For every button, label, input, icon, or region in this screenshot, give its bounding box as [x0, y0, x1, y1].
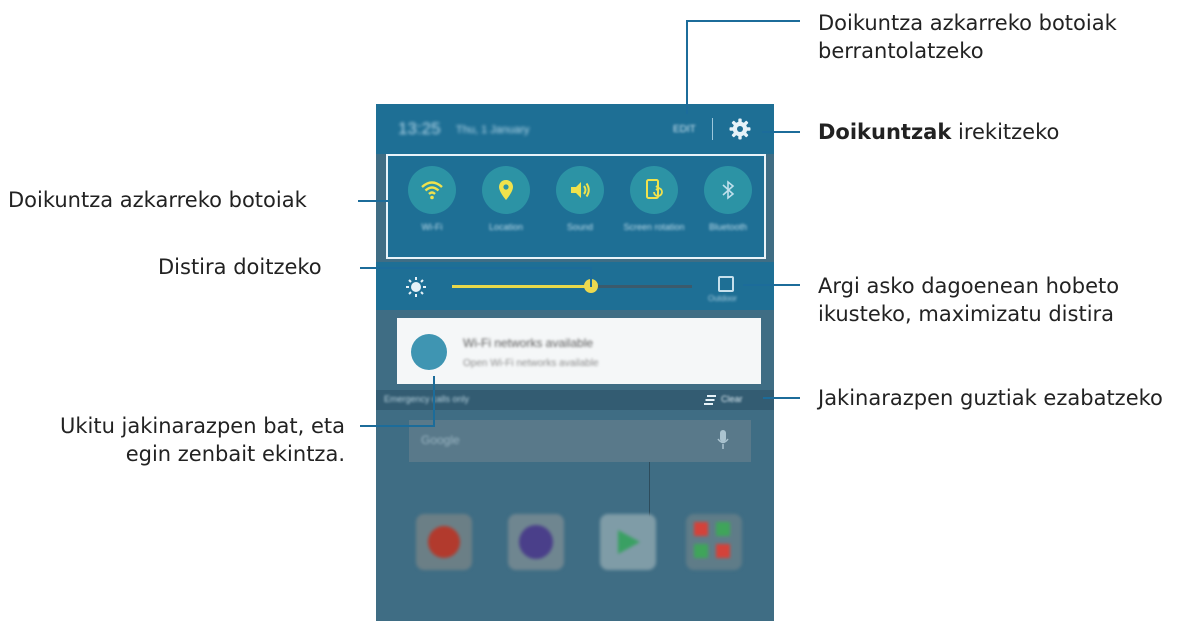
leader-quick-buttons	[358, 200, 388, 202]
brightness-slider-fill	[452, 285, 592, 288]
brightness-icon	[406, 277, 426, 297]
mic-icon[interactable]	[717, 430, 729, 450]
emergency-text: Emergency calls only	[384, 394, 470, 404]
widget-divider	[649, 462, 650, 520]
quick-label: Location	[488, 222, 524, 232]
screen-rotation-icon	[646, 179, 663, 199]
play-store-icon[interactable]	[600, 514, 656, 570]
callout-settings-bold: Doikuntzak	[818, 120, 952, 144]
notification-panel-screenshot: 13:25 Thu, 1 January EDIT Wi-Fi Location…	[376, 104, 774, 621]
sound-toggle[interactable]	[556, 166, 604, 214]
leader-clear-all	[763, 397, 800, 399]
quick-label: Wi-Fi	[421, 222, 443, 232]
bluetooth-toggle[interactable]	[704, 166, 752, 214]
home-apps	[376, 514, 774, 621]
leader-settings	[762, 131, 800, 133]
quick-label: Bluetooth	[708, 222, 748, 232]
notification-card[interactable]: Wi-Fi networks available Open Wi-Fi netw…	[397, 318, 761, 384]
google-search-label: Google	[421, 433, 460, 447]
wifi-icon	[421, 181, 443, 200]
notification-footer: Emergency calls only Clear	[376, 390, 774, 410]
sound-icon	[571, 182, 590, 198]
location-icon	[499, 180, 513, 200]
outdoor-label: Outdoor	[708, 294, 737, 303]
clear-button[interactable]: Clear	[721, 394, 743, 404]
notification-text: Open Wi-Fi networks available	[463, 358, 599, 369]
callout-notification: Ukitu jakinarazpen bat, eta egin zenbait…	[59, 414, 345, 466]
leader-notification	[433, 376, 435, 427]
gear-icon[interactable]	[728, 117, 752, 141]
callout-brightness: Distira doitzeko	[158, 255, 322, 279]
leader-notification	[360, 425, 435, 427]
leader-brightness	[590, 267, 592, 287]
outdoor-checkbox[interactable]	[718, 276, 734, 292]
brightness-slider[interactable]	[452, 285, 692, 288]
camera-icon[interactable]	[508, 514, 564, 570]
leader-brightness	[360, 267, 592, 269]
callout-quick-buttons: Doikuntza azkarreko botoiak	[8, 188, 307, 212]
screen-rotation-toggle[interactable]	[630, 166, 678, 214]
apps-folder-icon[interactable]	[686, 514, 742, 570]
status-date: Thu, 1 January	[456, 124, 530, 136]
leader-outdoor	[743, 284, 800, 286]
google-search-bar[interactable]: Google	[409, 420, 751, 462]
leader-rearrange	[686, 20, 688, 114]
callout-settings: Doikuntzak irekitzeko	[818, 118, 1059, 146]
leader-rearrange	[686, 20, 800, 22]
quick-settings-panel: Wi-Fi Location Sound Screen rotation Blu…	[386, 154, 766, 259]
status-divider	[712, 118, 713, 140]
quick-label: Sound	[566, 222, 594, 232]
wifi-notification-icon	[411, 334, 447, 370]
status-bar: 13:25 Thu, 1 January EDIT	[376, 104, 774, 154]
edit-button[interactable]: EDIT	[673, 124, 696, 135]
status-time: 13:25	[398, 119, 441, 138]
location-toggle[interactable]	[482, 166, 530, 214]
callout-rearrange: Doikuntza azkarreko botoiak berrantolatz…	[818, 11, 1117, 63]
red-app-icon[interactable]	[416, 514, 472, 570]
notification-title: Wi-Fi networks available	[463, 336, 594, 350]
callout-clear-all: Jakinarazpen guztiak ezabatzeko	[818, 386, 1163, 410]
quick-label: Screen rotation	[623, 222, 685, 232]
brightness-bar: Outdoor	[376, 262, 774, 310]
callout-outdoor: Argi asko dagoenean hobeto ikusteko, max…	[818, 274, 1120, 326]
clear-icon[interactable]	[704, 395, 716, 405]
bluetooth-icon	[722, 180, 735, 200]
wifi-toggle[interactable]	[408, 166, 456, 214]
callout-settings-rest: irekitzeko	[951, 120, 1060, 144]
